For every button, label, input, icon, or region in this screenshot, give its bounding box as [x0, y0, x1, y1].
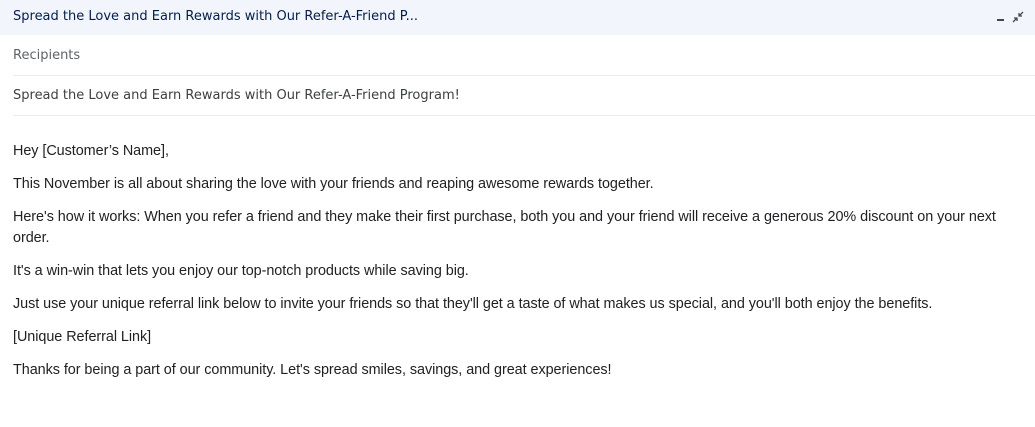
body-paragraph: Thanks for being a part of our community…: [13, 362, 612, 378]
body-paragraph: Here's how it works: When you refer a fr…: [13, 209, 996, 246]
exit-fullscreen-button[interactable]: [1009, 7, 1027, 27]
body-paragraph: Just use your unique referral link below…: [13, 296, 933, 312]
message-body[interactable]: Hey [Customer’s Name], This November is …: [13, 141, 1031, 393]
body-paragraph: Hey [Customer’s Name],: [13, 143, 169, 159]
compose-header[interactable]: Spread the Love and Earn Rewards with Ou…: [0, 0, 1035, 35]
recipients-field[interactable]: Recipients: [13, 36, 1035, 76]
recipients-placeholder: Recipients: [13, 48, 81, 63]
subject-text: Spread the Love and Earn Rewards with Ou…: [13, 88, 460, 103]
body-paragraph: It's a win-win that lets you enjoy our t…: [13, 263, 469, 279]
referral-link-placeholder: [Unique Referral Link]: [13, 329, 152, 345]
window-controls: [991, 7, 1027, 27]
minimize-icon: [996, 19, 1004, 21]
minimize-button[interactable]: [991, 7, 1009, 27]
exit-fullscreen-icon: [1012, 11, 1024, 23]
subject-field[interactable]: Spread the Love and Earn Rewards with Ou…: [13, 76, 1035, 116]
compose-title: Spread the Love and Earn Rewards with Ou…: [13, 9, 418, 24]
body-paragraph: This November is all about sharing the l…: [13, 176, 654, 192]
